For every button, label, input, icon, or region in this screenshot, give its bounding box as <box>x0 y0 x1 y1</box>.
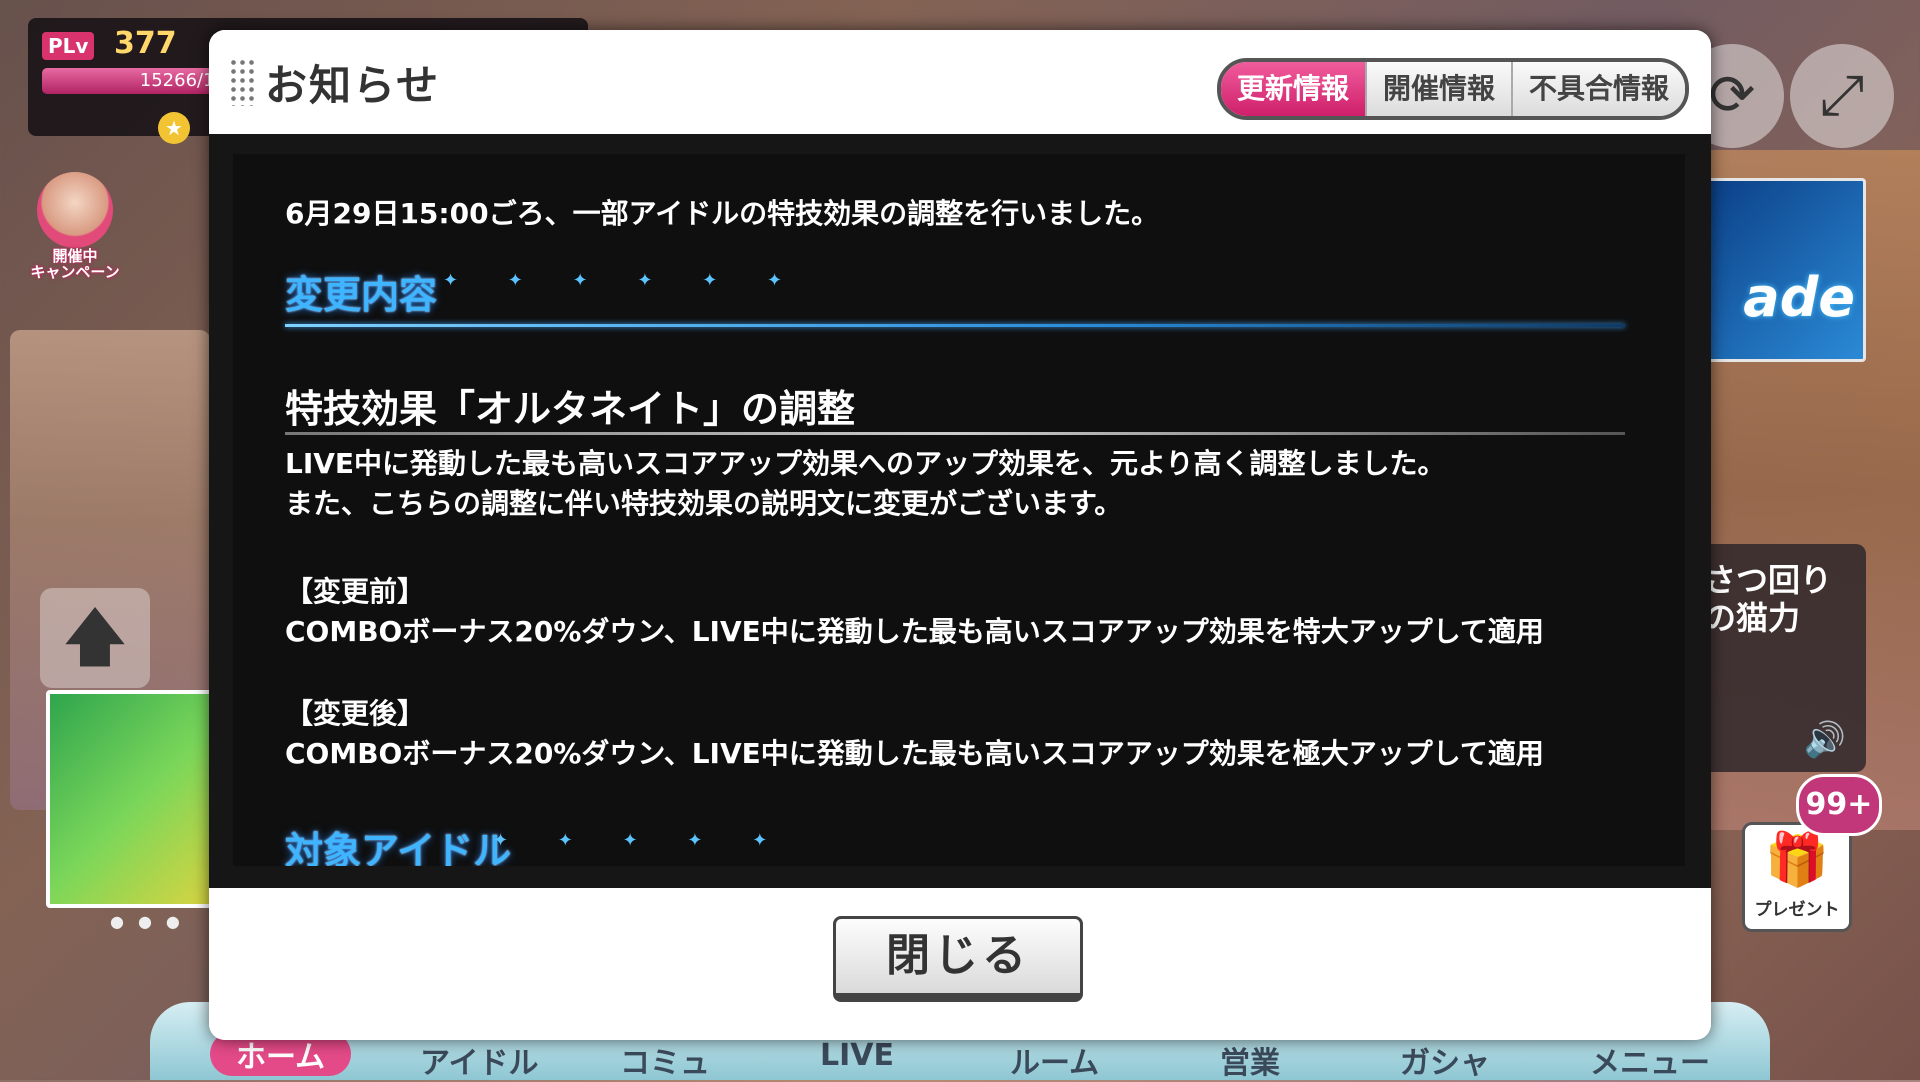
nav-room[interactable]: ルーム <box>1010 1038 1099 1082</box>
present-label: プレゼント <box>1754 900 1840 920</box>
campaign-label-2: キャンペーン <box>30 263 120 281</box>
section-heading-changes: 変更内容 <box>285 273 438 317</box>
nav-gacha[interactable]: ガシャ <box>1400 1038 1490 1082</box>
notice-tabs: 更新情報 開催情報 不具合情報 <box>1216 58 1689 120</box>
up-arrow-icon[interactable]: 🡅 <box>40 588 150 688</box>
plv-value: 377 <box>114 26 177 61</box>
chat-text-line2: の猫力 <box>1704 599 1801 637</box>
event-banner-text: ade <box>1743 266 1855 329</box>
grip-dots-icon <box>229 58 255 106</box>
nav-eigyo[interactable]: 営業 <box>1220 1038 1280 1082</box>
notice-modal: お知らせ 更新情報 開催情報 不具合情報 6月29日15:00ごろ、一部アイドル… <box>209 30 1711 1040</box>
present-button[interactable]: 🎁 プレゼント <box>1742 822 1852 932</box>
before-text: COMBOボーナス20%ダウン、LIVE中に発動した最も高いスコアアップ効果を特… <box>285 615 1544 648</box>
event-banner[interactable]: ade <box>1700 178 1866 362</box>
plv-badge: PLv <box>42 32 95 60</box>
description-line-1: LIVE中に発動した最も高いスコアアップ効果へのアップ効果を、元より高く調整しま… <box>285 447 1446 480</box>
banner-pager-dots: ●●● <box>110 912 194 931</box>
tab-update-info[interactable]: 更新情報 <box>1220 62 1365 116</box>
notice-content-scroll[interactable]: 6月29日15:00ごろ、一部アイドルの特技効果の調整を行いました。 変更内容 … <box>233 154 1685 866</box>
description-line-2: また、こちらの調整に伴い特技効果の説明文に変更がございます。 <box>285 487 1123 520</box>
sparkle-decoration-2: ✦ ✦ ✦ ✦ ✦ <box>493 830 790 851</box>
skill-subheading: 特技効果「オルタネイト」の調整 <box>285 387 856 431</box>
notice-intro: 6月29日15:00ごろ、一部アイドルの特技効果の調整を行いました。 <box>285 197 1160 230</box>
speaker-icon[interactable]: 🔊 <box>1804 720 1846 760</box>
after-text: COMBOボーナス20%ダウン、LIVE中に発動した最も高いスコアアップ効果を極… <box>285 737 1544 770</box>
sparkle-decoration: ✦ ✦ ✦ ✦ ✦ ✦ <box>443 270 805 291</box>
stamina-bar: 15266/18 <box>42 68 232 94</box>
close-button[interactable]: 閉じる <box>833 916 1083 1002</box>
star-icon: ★ <box>158 112 190 144</box>
section-heading-target-idols: 対象アイドル <box>285 829 512 866</box>
nav-idol[interactable]: アイドル <box>420 1038 539 1082</box>
modal-footer: 閉じる <box>209 888 1711 1040</box>
nav-commu[interactable]: コミュ <box>620 1038 710 1082</box>
after-label: 【変更後】 <box>285 697 426 730</box>
section-divider <box>285 324 1625 327</box>
present-count-badge: 99+ <box>1796 774 1882 836</box>
fullscreen-expand-icon[interactable]: ⤢ <box>1790 44 1894 148</box>
home-banner-thumbnail[interactable] <box>46 690 234 908</box>
modal-header: お知らせ 更新情報 開催情報 不具合情報 <box>209 30 1711 134</box>
modal-body: 6月29日15:00ごろ、一部アイドルの特技効果の調整を行いました。 変更内容 … <box>209 134 1711 888</box>
campaign-label-1: 開催中 <box>52 247 98 265</box>
modal-title: お知らせ <box>265 61 441 110</box>
nav-menu[interactable]: メニュー <box>1590 1038 1710 1082</box>
before-label: 【変更前】 <box>285 575 426 608</box>
idol-face-icon <box>37 172 113 248</box>
chat-text-line1: さつ回り <box>1704 561 1833 599</box>
tab-bug-info[interactable]: 不具合情報 <box>1510 62 1685 116</box>
idol-chat-panel: さつ回り の猫力 🔊 <box>1690 544 1866 772</box>
campaign-button[interactable]: 開催中 キャンペーン <box>30 172 120 282</box>
tab-event-info[interactable]: 開催情報 <box>1364 62 1511 116</box>
subheading-divider <box>285 432 1625 435</box>
nav-live[interactable]: LIVE <box>820 1038 894 1073</box>
